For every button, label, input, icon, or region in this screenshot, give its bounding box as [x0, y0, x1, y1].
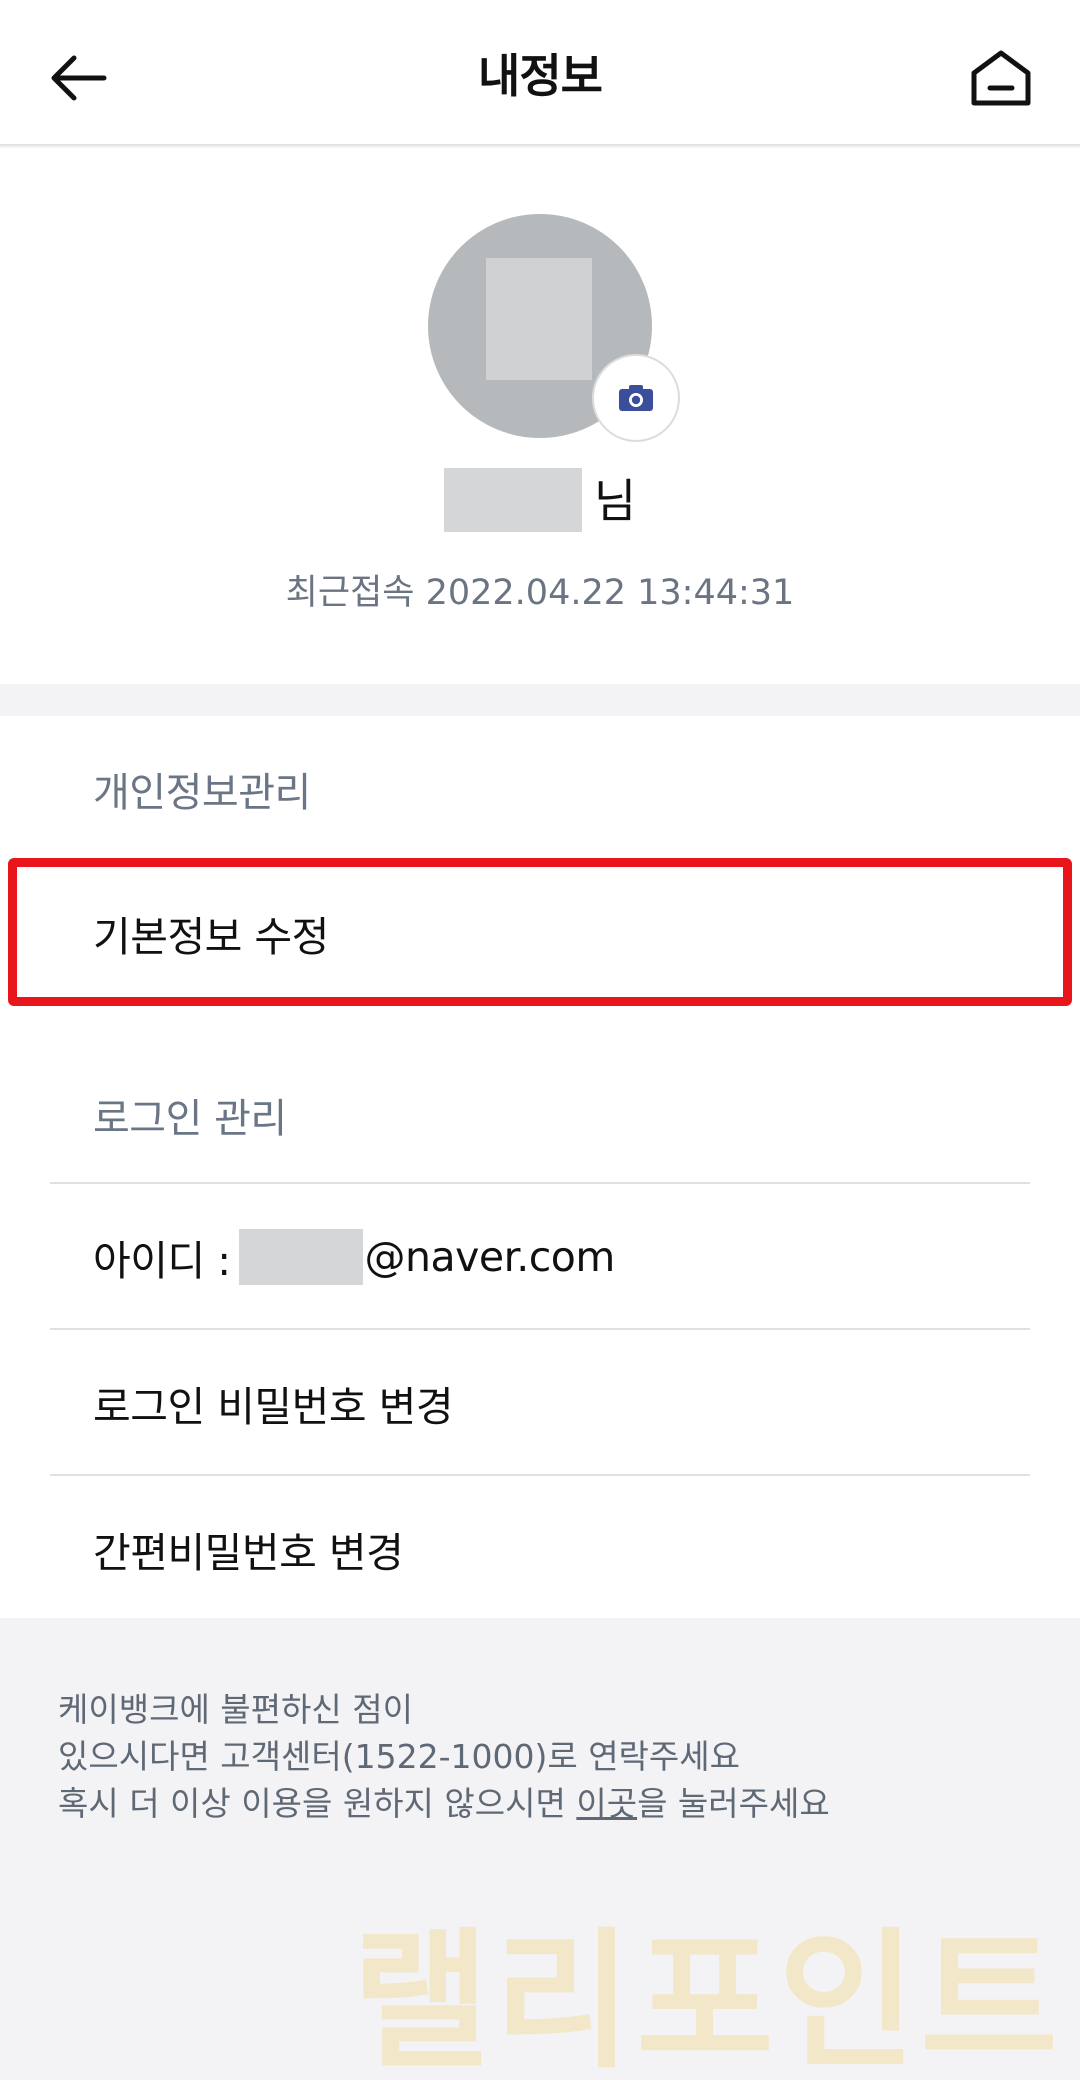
- top-app-bar: 내정보: [0, 0, 1080, 146]
- id-redacted: [238, 1229, 363, 1285]
- name-redacted: [443, 468, 582, 532]
- menu-item-label: 간편비밀번호 변경: [93, 1529, 404, 1577]
- login-management-section: 로그인 관리 아이디 : @naver.com 로그인 비밀번호 변경 간편비밀…: [0, 1038, 1080, 1618]
- help-notice: 케이뱅크에 불편하신 점이 있으시다면 고객센터(1522-1000)로 연락주…: [58, 1686, 830, 1827]
- withdraw-link[interactable]: 이곳: [576, 1784, 637, 1823]
- menu-item-label: 기본정보 수정: [93, 913, 329, 961]
- change-simple-password-item[interactable]: 간편비밀번호 변경: [50, 1476, 1030, 1622]
- page-title: 내정보: [478, 49, 603, 103]
- camera-icon: [619, 385, 653, 411]
- home-button[interactable]: [968, 46, 1034, 110]
- notice-line-3: 혹시 더 이상 이용을 원하지 않으시면 이곳을 눌러주세요: [58, 1780, 830, 1827]
- notice-line-2: 있으시다면 고객센터(1522-1000)로 연락주세요: [58, 1737, 741, 1776]
- notice-line-3-tail: 을 눌러주세요: [637, 1784, 830, 1823]
- section-label-login: 로그인 관리: [93, 1096, 287, 1142]
- notice-line-3-text: 혹시 더 이상 이용을 원하지 않으시면: [58, 1784, 577, 1823]
- home-icon: [971, 50, 1031, 106]
- edit-basic-info-item[interactable]: 기본정보 수정: [50, 860, 1030, 1006]
- avatar-placeholder: [486, 258, 592, 380]
- user-name: 님: [0, 468, 1080, 532]
- account-id-row: 아이디 : @naver.com: [50, 1184, 1030, 1330]
- personal-info-section: 개인정보관리 기본정보 수정: [0, 716, 1080, 1038]
- section-label-personal: 개인정보관리: [93, 770, 311, 816]
- menu-item-label: 로그인 비밀번호 변경: [93, 1383, 454, 1431]
- name-suffix: 님: [593, 474, 637, 528]
- change-login-password-item[interactable]: 로그인 비밀번호 변경: [50, 1330, 1030, 1476]
- last-access-time: 최근접속 2022.04.22 13:44:31: [285, 573, 795, 613]
- watermark-logo: 랠리포인트: [352, 1915, 1063, 2080]
- id-prefix: 아이디 :: [93, 1237, 231, 1285]
- change-photo-button[interactable]: [592, 354, 680, 442]
- id-domain: @naver.com: [364, 1233, 616, 1281]
- notice-line-1: 케이뱅크에 불편하신 점이: [58, 1690, 413, 1729]
- profile-card: 님 최근접속 2022.04.22 13:44:31: [0, 148, 1080, 684]
